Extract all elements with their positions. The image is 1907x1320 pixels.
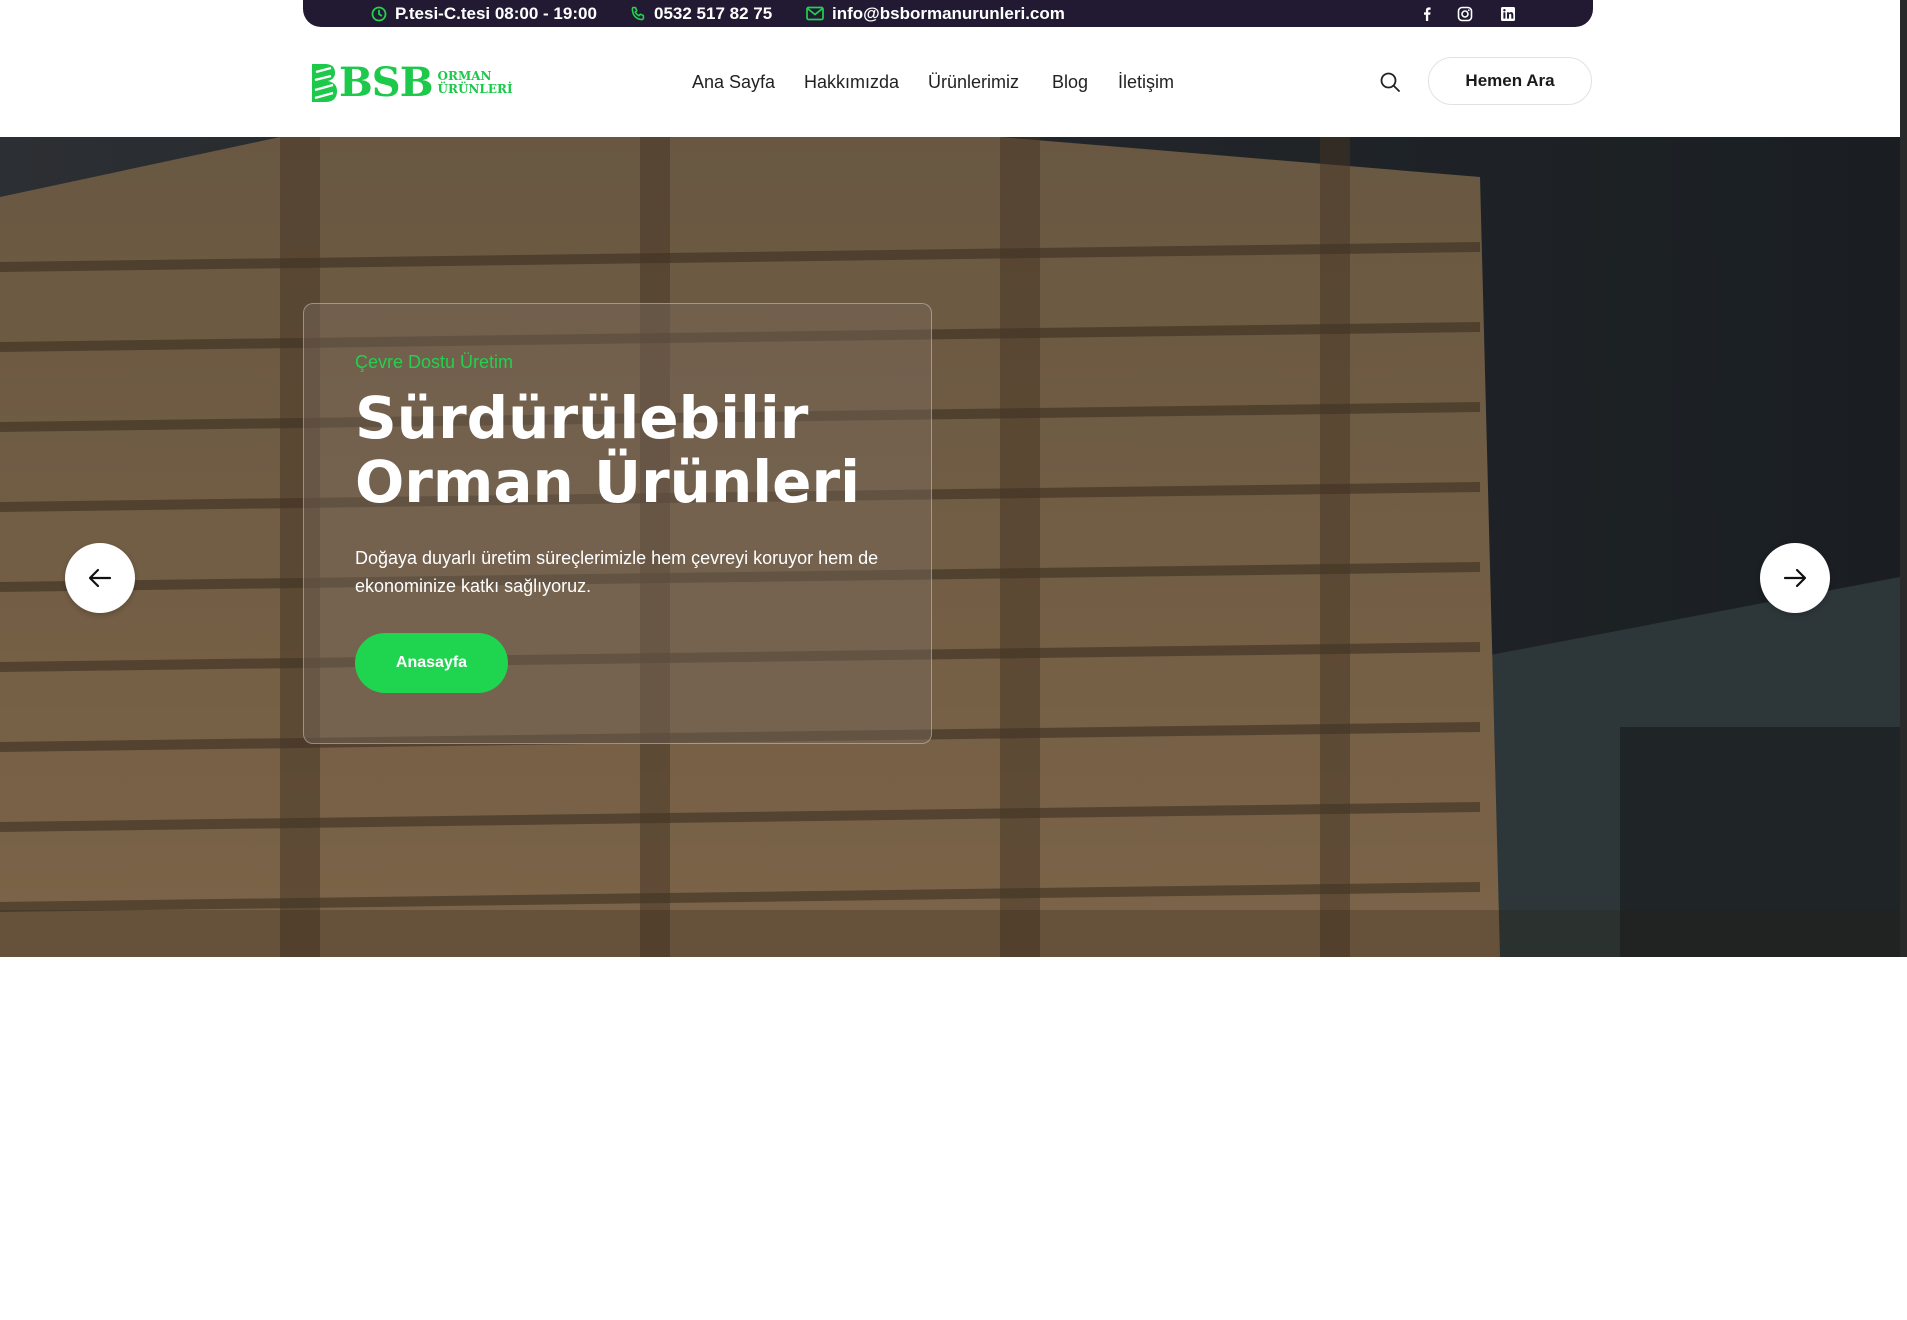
logo-subtitle: ORMAN ÜRÜNLERİ — [438, 70, 513, 96]
call-now-button[interactable]: Hemen Ara — [1428, 57, 1592, 105]
logo-subtitle-line2: ÜRÜNLERİ — [437, 82, 513, 96]
hero-title-line1: Sürdürülebilir — [355, 384, 809, 452]
clock-icon — [371, 6, 387, 21]
hero-description: Doğaya duyarlı üretim süreçlerimizle hem… — [355, 548, 879, 596]
instagram-link[interactable] — [1457, 0, 1473, 27]
logo-mark-icon — [312, 64, 337, 102]
search-button[interactable] — [1378, 70, 1402, 94]
site-logo[interactable]: BSB ORMAN ÜRÜNLERİ — [309, 59, 513, 107]
hero-slider — [0, 137, 1900, 957]
top-info-bar: P.tesi-C.tesi 08:00 - 19:00 0532 517 82 … — [303, 0, 1593, 27]
hero-bottom-strip — [0, 910, 1900, 957]
nav-item-home[interactable]: Ana Sayfa — [692, 72, 775, 93]
search-icon — [1380, 72, 1400, 92]
hero-title: Sürdürülebilir Orman Ürünleri — [355, 386, 895, 514]
facebook-icon — [1424, 6, 1431, 21]
scrollbar[interactable] — [1900, 0, 1907, 957]
linkedin-icon — [1501, 6, 1515, 21]
arrow-left-icon — [88, 568, 112, 588]
opening-hours-text: P.tesi-C.tesi 08:00 - 19:00 — [395, 3, 597, 23]
nav-item-about[interactable]: Hakkımızda — [804, 72, 899, 93]
nav-item-blog[interactable]: Blog — [1052, 72, 1088, 93]
facebook-link[interactable] — [1419, 0, 1435, 27]
slider-prev-button[interactable] — [65, 543, 135, 613]
arrow-right-icon — [1783, 568, 1807, 588]
hero-background-image — [0, 137, 1900, 957]
nav-item-contact[interactable]: İletişim — [1118, 72, 1174, 93]
email-text: info@bsbormanurunleri.com — [832, 3, 1065, 23]
hero-content-card: Çevre Dostu Üretim Sürdürülebilir Orman … — [303, 303, 932, 744]
logo-text: BSB — [339, 59, 434, 106]
slider-next-button[interactable] — [1760, 543, 1830, 613]
hero-eyebrow: Çevre Dostu Üretim — [355, 352, 514, 372]
phone-link[interactable]: 0532 517 82 75 — [630, 0, 772, 27]
mail-icon — [806, 6, 824, 21]
email-link[interactable]: info@bsbormanurunleri.com — [806, 0, 1065, 27]
opening-hours: P.tesi-C.tesi 08:00 - 19:00 — [371, 0, 597, 27]
phone-text: 0532 517 82 75 — [654, 3, 773, 23]
site-header: BSB ORMAN ÜRÜNLERİ Ana Sayfa Hakkımızda … — [0, 27, 1907, 137]
hero-cta-button[interactable]: Anasayfa — [355, 633, 508, 693]
nav-item-products[interactable]: Ürünlerimiz — [928, 72, 1019, 93]
phone-icon — [631, 6, 645, 20]
hero-title-line2: Orman Ürünleri — [355, 448, 860, 516]
linkedin-link[interactable] — [1500, 0, 1516, 27]
instagram-icon — [1457, 6, 1473, 21]
